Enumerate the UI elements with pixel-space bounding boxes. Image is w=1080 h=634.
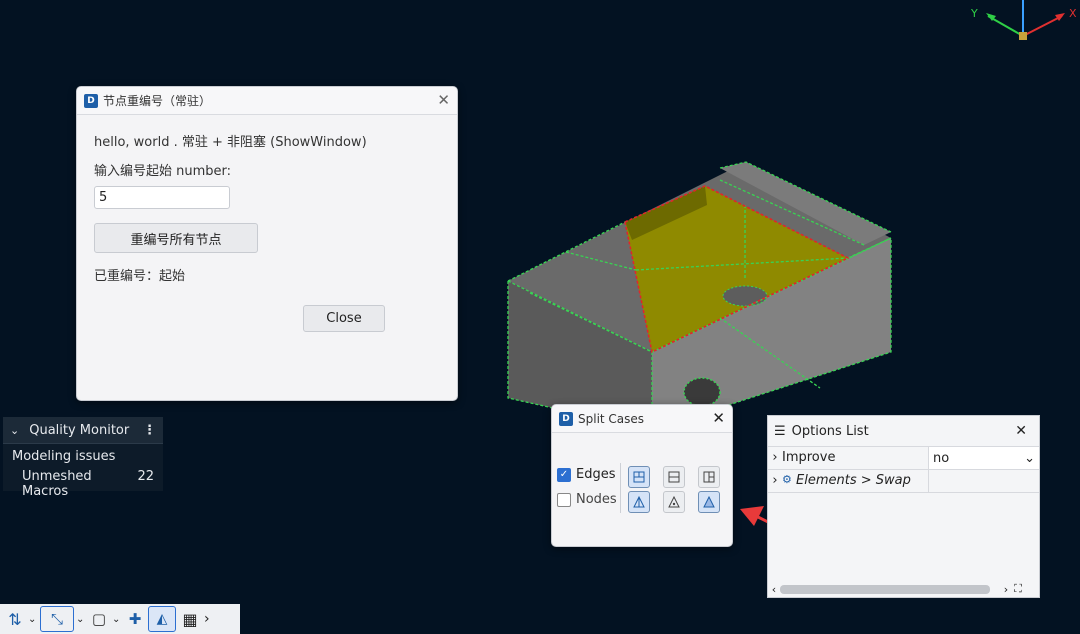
option-label: Elements > Swap [796,470,929,492]
close-icon[interactable]: ✕ [437,93,450,108]
chevron-down-icon[interactable]: ⌄ [10,424,19,437]
split-edge-quad-icon[interactable] [628,466,650,488]
options-list-header[interactable]: ☰ Options List ✕ [768,416,1039,447]
select-mode-icon[interactable]: ⤡ [40,606,74,632]
more-options-icon[interactable]: ⋮ [143,423,156,438]
axis-y-label: Y [970,7,978,20]
improve-select[interactable]: no ⌄ [929,447,1039,469]
split-cases-titlebar[interactable]: D Split Cases ✕ [552,405,732,433]
chevron-down-icon[interactable]: ⌄ [76,614,86,625]
quality-monitor-panel: ⌄ Quality Monitor ⋮ Modeling issues Unme… [3,417,163,499]
issue-label: Unmeshed Macros [22,469,92,499]
nodes-checkbox[interactable] [557,492,571,507]
app-icon: D [559,411,573,426]
quality-monitor-title: Quality Monitor [29,422,130,438]
expand-corner-icon[interactable]: ⛶ [1012,582,1024,596]
edges-label: Edges [576,467,616,482]
horizontal-scrollbar[interactable]: ‹ › ⛶ [768,581,1039,597]
start-number-label: 输入编号起始 number: [94,164,232,179]
expand-icon[interactable]: › [768,447,782,469]
macro-icon: ⚙ [782,473,792,486]
table-row[interactable]: Unmeshed Macros 22 [3,464,163,499]
renumber-all-nodes-button[interactable]: 重编号所有节点 [94,223,258,253]
menu-icon[interactable]: ☰ [774,424,786,439]
split-edge-corner-icon[interactable] [698,466,720,488]
app-icon: D [84,93,98,108]
chevron-right-icon[interactable]: › [204,611,210,627]
table-row[interactable]: › Improve no ⌄ [768,447,1039,470]
chevron-down-icon: ⌄ [1024,450,1035,466]
solid-view-icon[interactable]: ▢ [88,607,110,631]
renumber-dialog: D 节点重编号（常驻） ✕ hello, world . 常驻 + 非阻塞 (S… [76,86,458,401]
close-icon[interactable]: ✕ [1015,423,1027,439]
expand-icon[interactable]: › [768,470,782,492]
renumber-dialog-titlebar[interactable]: D 节点重编号（常驻） ✕ [77,87,457,115]
split-node-center-icon[interactable] [663,491,685,513]
renumber-status-text: 已重编号：起始 [94,269,186,284]
edges-row: ✓ Edges [557,467,616,482]
add-node-icon[interactable]: ✚ [124,607,146,631]
divider [620,463,621,513]
issue-count: 22 [137,469,154,484]
split-node-tri-icon[interactable] [628,491,650,513]
part-model[interactable] [507,161,892,431]
chevron-down-icon[interactable]: ⌄ [112,614,122,625]
split-icon[interactable]: ⇅ [4,607,26,631]
options-list-panel: ☰ Options List ✕ › Improve no ⌄ › ⚙ Elem… [767,415,1040,598]
split-cases-dialog: D Split Cases ✕ ✓ Edges Nodes [551,404,733,547]
bottom-toolbar: ⇅ ⌄ ⤡ ⌄ ▢ ⌄ ✚ ◭ ▦ › [0,604,240,634]
edges-checkbox[interactable]: ✓ [557,467,571,482]
greeting-text: hello, world . 常驻 + 非阻塞 (ShowWindow) [94,135,367,150]
close-button[interactable]: Close [303,305,385,332]
improve-select-value: no [933,450,950,466]
close-icon[interactable]: ✕ [712,411,725,426]
scrollbar-thumb[interactable] [780,584,990,594]
dialog-title: 节点重编号（常驻） [103,94,212,108]
quality-monitor-header[interactable]: ⌄ Quality Monitor ⋮ [3,417,163,444]
scroll-right-icon[interactable]: › [1000,583,1012,596]
grid-icon[interactable]: ▦ [178,607,202,631]
modeling-issues-section[interactable]: Modeling issues [3,444,163,464]
axis-triad: Y X [970,0,1077,40]
mesh-shape-icon[interactable]: ◭ [148,606,176,632]
nodes-label: Nodes [576,492,617,507]
scroll-left-icon[interactable]: ‹ [768,583,780,596]
nodes-row: Nodes [557,492,617,507]
axis-x-label: X [1069,7,1077,20]
chevron-down-icon[interactable]: ⌄ [28,614,38,625]
split-edge-half-icon[interactable] [663,466,685,488]
split-node-fill-icon[interactable] [698,491,720,513]
option-value [929,470,1039,492]
start-number-input[interactable]: 5 [94,186,230,209]
table-row[interactable]: › ⚙ Elements > Swap [768,470,1039,493]
option-label: Improve [782,447,929,469]
dialog-title: Split Cases [578,411,645,426]
options-list-title: Options List [791,423,869,439]
